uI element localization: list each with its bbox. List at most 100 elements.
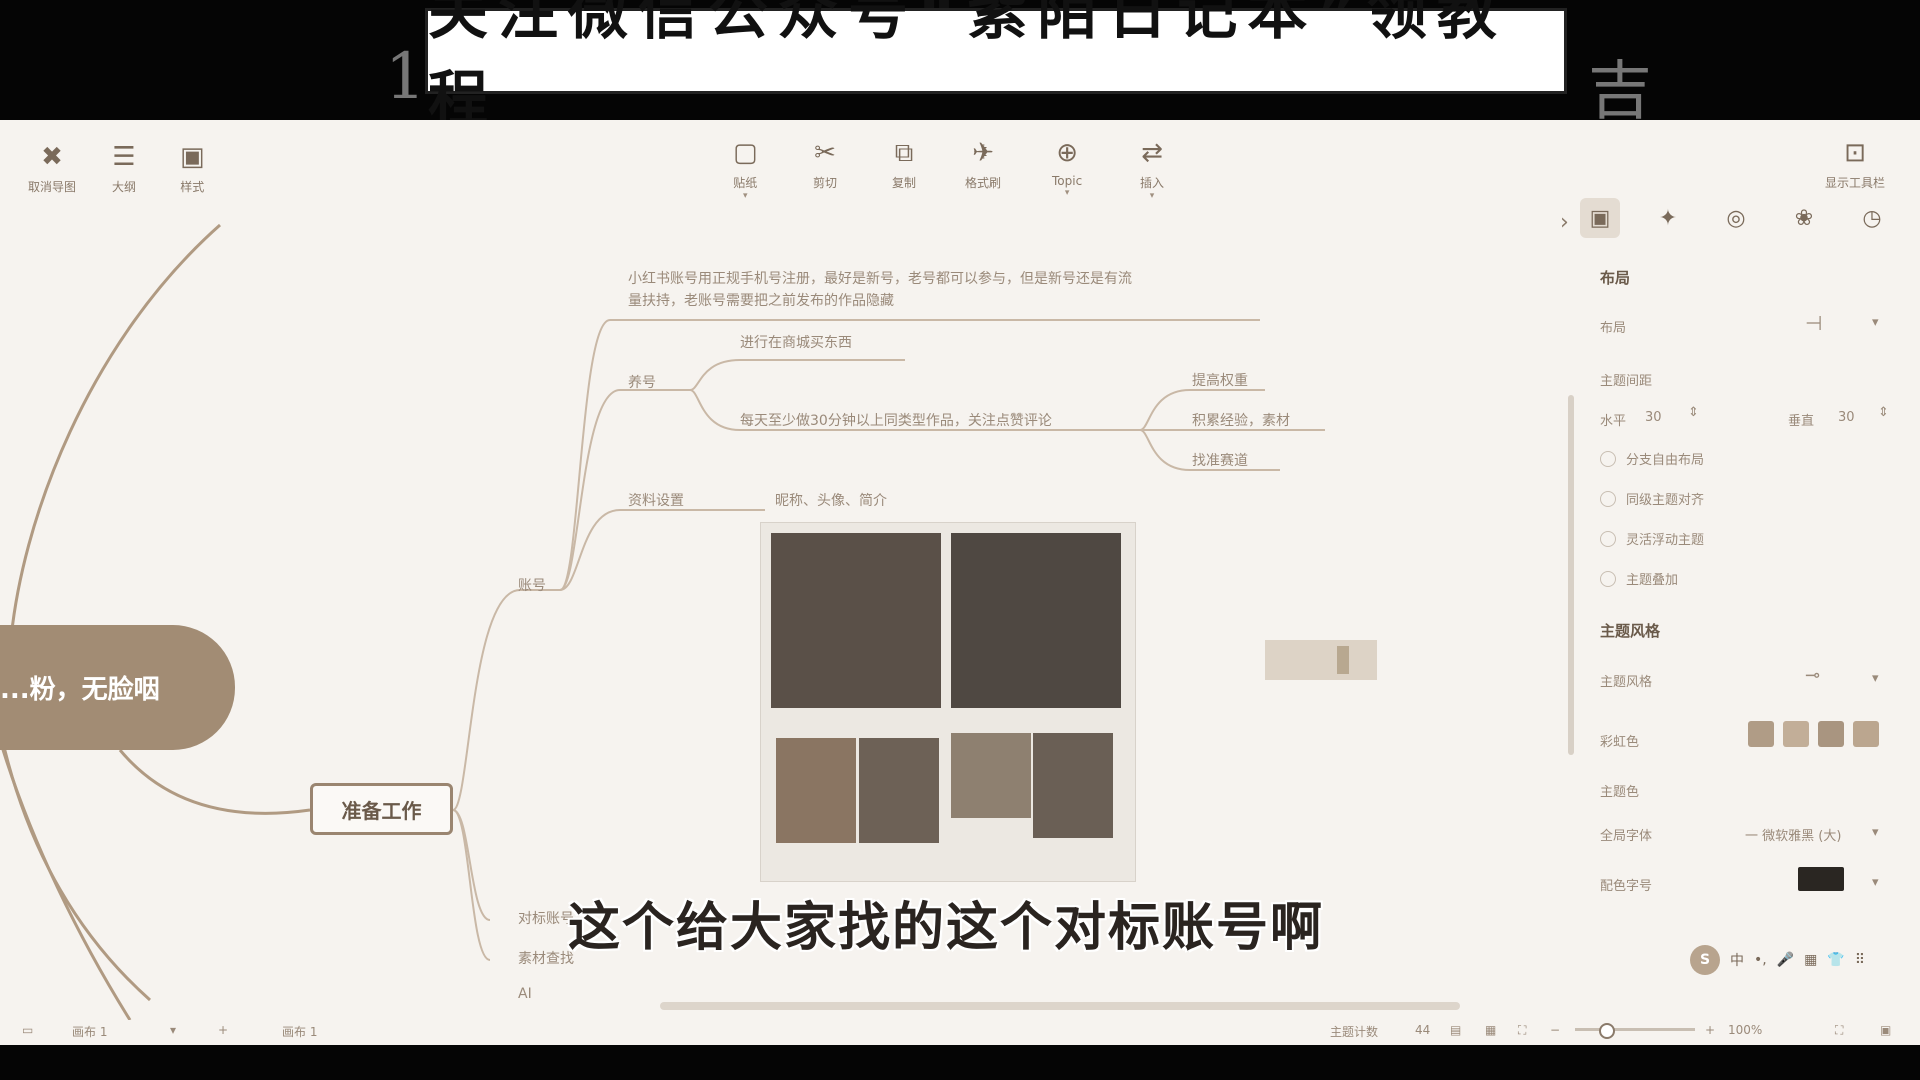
color-swatch[interactable]: [1818, 721, 1844, 747]
zoom-out-icon[interactable]: −: [1550, 1023, 1560, 1037]
theme-style-preview[interactable]: ⊸: [1805, 665, 1820, 686]
left-edge-glyph: 1: [385, 40, 426, 114]
layout-section-title: 布局: [1600, 269, 1631, 287]
style-section-title: 主题风格: [1600, 622, 1661, 640]
font-size-label: 配色字号: [1600, 879, 1653, 894]
tab-stickers[interactable]: ❀: [1784, 198, 1824, 238]
structure-label: 布局: [1600, 321, 1627, 336]
zoom-slider-handle[interactable]: [1599, 1023, 1615, 1039]
tab-icons[interactable]: ✦: [1648, 198, 1688, 238]
chevron-down-icon[interactable]: ▾: [170, 1023, 176, 1037]
chevron-right-icon[interactable]: ›: [1560, 210, 1569, 235]
option-align-siblings[interactable]: 同级主题对齐: [1626, 489, 1704, 508]
photo-thumb-1: [776, 738, 856, 843]
tab-style[interactable]: ▣: [1580, 198, 1620, 238]
chevron-down-icon[interactable]: ▾: [1872, 875, 1879, 890]
profile-screenshot-2: [951, 533, 1121, 708]
stepper-icon[interactable]: ⇕: [1878, 405, 1889, 420]
mindmap-app-window: ✖ 取消导图 ☰ 大纲 ▣ 样式 ▢ 贴纸 ▾ ✂ 剪切 ⧉ 复制 ✈ 格式刷 …: [0, 120, 1920, 1045]
topic-ai[interactable]: AI: [518, 986, 532, 1002]
panel-toggle-icon[interactable]: ▣: [1880, 1023, 1891, 1037]
horizontal-scrollbar[interactable]: [660, 1002, 1460, 1010]
add-canvas-icon[interactable]: +: [218, 1023, 228, 1037]
chevron-down-icon[interactable]: ▾: [1872, 825, 1879, 840]
promo-banner: 关注微信公众号“紫陌日记本”领教程: [425, 0, 1567, 135]
grid-icon[interactable]: ⠿: [1855, 952, 1865, 968]
show-toolbar-button[interactable]: ⊡ 显示工具栏: [1825, 138, 1885, 191]
topic-shopping[interactable]: 进行在商城买东西: [740, 332, 852, 352]
theme-style-label: 主题风格: [1600, 675, 1653, 690]
rainbow-color-label: 彩虹色: [1600, 735, 1640, 750]
canvas-tab[interactable]: 画布 1: [72, 1023, 107, 1040]
option-radio[interactable]: [1600, 571, 1616, 587]
option-radio[interactable]: [1600, 531, 1616, 547]
global-font-select[interactable]: 一 微软雅黑 (大): [1745, 825, 1841, 844]
photo-thumb-2: [859, 738, 939, 843]
structure-icon[interactable]: ⊣: [1805, 311, 1822, 335]
topic-count-label: 主题计数: [1330, 1025, 1379, 1039]
theme-color-label: 主题色: [1600, 785, 1640, 800]
font-color-swatch[interactable]: [1798, 867, 1844, 891]
note-register-account[interactable]: 小红书账号用正规手机号注册，最好是新号，老号都可以参与，但是新号还是有流: [628, 268, 1132, 288]
photo-thumb-4: [1033, 733, 1113, 838]
option-float-topics[interactable]: 灵活浮动主题: [1626, 529, 1704, 548]
topic-prep-work[interactable]: 准备工作: [310, 783, 453, 835]
color-swatch[interactable]: [1783, 721, 1809, 747]
color-swatch[interactable]: [1748, 721, 1774, 747]
tab-history[interactable]: ◷: [1852, 198, 1892, 238]
ime-logo[interactable]: S: [1690, 945, 1720, 975]
vertical-spacing-input[interactable]: 30: [1838, 410, 1855, 425]
topic-accumulate[interactable]: 积累经验，素材: [1192, 410, 1290, 430]
topic-materials[interactable]: 素材查找: [518, 948, 574, 968]
microphone-icon[interactable]: 🎤: [1777, 952, 1794, 968]
horizontal-spacing-input[interactable]: 30: [1645, 410, 1662, 425]
topic-benchmark[interactable]: 对标账号: [518, 908, 574, 928]
screenshot-images[interactable]: [760, 522, 1136, 882]
expand-icon[interactable]: ⛶: [1518, 1023, 1526, 1038]
video-subtitle: 这个给大家找的这个对标账号啊: [568, 898, 1325, 958]
chevron-down-icon[interactable]: ▾: [1872, 315, 1879, 330]
skin-icon[interactable]: 👕: [1827, 952, 1844, 968]
profile-screenshot-1: [771, 533, 941, 708]
keyboard-icon[interactable]: ▦: [1804, 952, 1817, 968]
color-swatch[interactable]: [1853, 721, 1879, 747]
ime-toolbar: S 中 •, 🎤 ▦ 👕 ⠿: [1690, 945, 1900, 975]
zoom-in-icon[interactable]: +: [1705, 1023, 1715, 1037]
topic-profile-setup[interactable]: 资料设置: [628, 490, 684, 510]
canvas-icon[interactable]: ▭: [22, 1023, 33, 1037]
topic-find-track[interactable]: 找准赛道: [1192, 450, 1248, 470]
global-font-label: 全局字体: [1600, 829, 1653, 844]
ime-punct[interactable]: •,: [1754, 952, 1767, 968]
panel-tabs: ▣ ✦ ◎ ❀ ◷: [1580, 195, 1892, 241]
topic-account[interactable]: 账号: [518, 575, 546, 595]
photo-thumb-3: [951, 733, 1031, 818]
option-free-layout[interactable]: 分支自由布局: [1626, 449, 1704, 468]
grid-icon[interactable]: ▦: [1485, 1023, 1496, 1037]
placeholder-block: [1265, 640, 1377, 680]
fit-icon[interactable]: ▤: [1450, 1023, 1461, 1037]
topic-daily-practice[interactable]: 每天至少做30分钟以上同类型作品，关注点赞评论: [740, 410, 1052, 430]
spacing-title: 主题间距: [1600, 374, 1653, 389]
note-hide-old-posts[interactable]: 量扶持，老账号需要把之前发布的作品隐藏: [628, 290, 894, 310]
sheet-tab[interactable]: 画布 1: [282, 1023, 317, 1040]
chevron-down-icon[interactable]: ▾: [1872, 671, 1879, 686]
ime-lang[interactable]: 中: [1730, 950, 1744, 970]
option-radio[interactable]: [1600, 491, 1616, 507]
option-overlap[interactable]: 主题叠加: [1626, 569, 1678, 588]
option-radio[interactable]: [1600, 451, 1616, 467]
stepper-icon[interactable]: ⇕: [1688, 405, 1699, 420]
zoom-slider[interactable]: [1575, 1023, 1695, 1039]
video-bottom-bar: [0, 1045, 1920, 1080]
zoom-level[interactable]: 100%: [1728, 1023, 1762, 1037]
central-topic[interactable]: ...粉，无脸咽: [0, 625, 235, 750]
vertical-label: 垂直: [1788, 414, 1815, 429]
topic-raise-weight[interactable]: 提高权重: [1192, 370, 1248, 390]
tab-markers[interactable]: ◎: [1716, 198, 1756, 238]
topic-count-value: 44: [1415, 1023, 1431, 1037]
topic-yanghao[interactable]: 养号: [628, 372, 656, 392]
horizontal-label: 水平: [1600, 414, 1627, 429]
panel-icon: ⊡: [1844, 138, 1866, 168]
fullscreen-icon[interactable]: ⛶: [1835, 1023, 1843, 1038]
topic-profile-fields[interactable]: 昵称、头像、简介: [775, 490, 887, 510]
format-panel: › ▣ ✦ ◎ ❀ ◷ 布局 布局 ⊣ ▾ 主题间距 水平 30 ⇕ 垂直 30…: [1560, 195, 1920, 995]
